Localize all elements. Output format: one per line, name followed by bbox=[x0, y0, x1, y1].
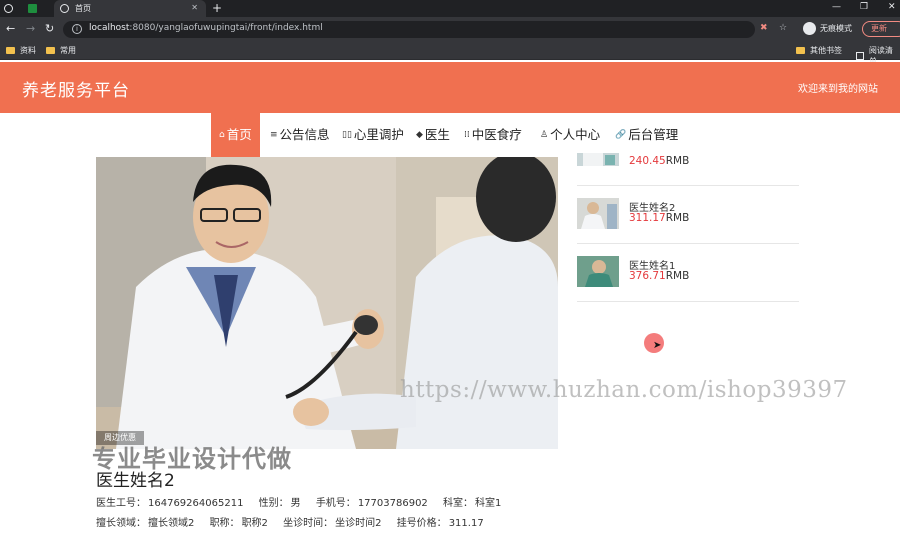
cursor-icon: ➤ bbox=[653, 340, 662, 351]
field-label: 科室： bbox=[443, 498, 473, 509]
nav-item-doctors[interactable]: ◆ 医生 bbox=[416, 113, 450, 157]
star-icon[interactable]: ☆ bbox=[779, 23, 787, 33]
browser-tab-inactive[interactable] bbox=[4, 0, 22, 17]
field-label: 性别： bbox=[258, 498, 289, 509]
doctor-photo bbox=[96, 157, 558, 449]
field-value: 17703786902 bbox=[357, 498, 428, 509]
folder-icon bbox=[796, 47, 805, 54]
list-item[interactable]: 医生姓名1 376.71RMB bbox=[577, 244, 799, 302]
url-text: localhost:8080/yanglaofuwupingtai/front/… bbox=[89, 23, 323, 33]
book-icon: ▯▯ bbox=[342, 130, 352, 140]
user-icon: ♙ bbox=[540, 130, 549, 140]
field-label: 挂号价格： bbox=[396, 518, 447, 529]
forward-icon[interactable]: → bbox=[26, 22, 35, 35]
list-item[interactable]: 医生姓名2 311.17RMB bbox=[577, 186, 799, 244]
incognito-icon bbox=[803, 22, 816, 35]
doctor-price: 376.71RMB bbox=[629, 270, 690, 282]
browser-tab-inactive[interactable] bbox=[28, 0, 46, 17]
doctor-detail-line-1: 医生工号： 164769264065211 性别：男 手机号： 1770378690… bbox=[96, 494, 503, 509]
address-bar[interactable]: i localhost:8080/yanglaofuwupingtai/fron… bbox=[63, 21, 787, 38]
field-label: 擅长领域： bbox=[96, 518, 146, 529]
folder-icon bbox=[6, 47, 15, 54]
back-icon[interactable]: ← bbox=[6, 22, 15, 35]
doctor-price: 311.17RMB bbox=[629, 212, 690, 224]
field-value: 164769264065211 bbox=[148, 498, 244, 509]
nav-item-psych-care[interactable]: ▯▯ 心里调护 bbox=[342, 113, 404, 157]
watermark-url: https://www.huzhan.com/ishop39397 bbox=[400, 377, 848, 403]
hat-icon: ◆ bbox=[416, 130, 423, 140]
doctor-price: 240.45RMB bbox=[629, 155, 690, 167]
field-value: 311.17 bbox=[448, 518, 484, 529]
nav-item-tcm-diet[interactable]: ⁞⁞ 中医食疗 bbox=[464, 113, 522, 157]
field-value: 科室1 bbox=[475, 498, 502, 509]
nav-item-home[interactable]: ⌂ 首页 bbox=[211, 113, 260, 157]
reload-icon[interactable]: ↻ bbox=[45, 22, 54, 35]
welcome-text: 欢迎来到我的网站 bbox=[798, 84, 878, 95]
folder-icon bbox=[46, 47, 55, 54]
doctor-detail-line-2: 擅长领域： 擅长领域2 职称： 职称2 坐诊时间： 坐诊时间2 挂号价格： 311.17 bbox=[96, 514, 486, 529]
list-item[interactable]: 240.45RMB bbox=[577, 128, 799, 186]
bookmark-folder-other[interactable]: 其他书签 bbox=[796, 45, 842, 56]
doctor-detail-title: 医生姓名2 bbox=[96, 471, 175, 491]
hero-image[interactable]: 周边优惠 bbox=[96, 157, 558, 449]
close-window-icon[interactable]: ✕ bbox=[888, 2, 896, 12]
bookmarks-bar: 资料 常用 其他书签 阅读清单 bbox=[0, 42, 900, 66]
list-icon: ≡ bbox=[270, 130, 278, 140]
globe-icon bbox=[60, 4, 69, 13]
doctor-thumbnail bbox=[577, 152, 619, 166]
bookmark-folder[interactable]: 资料 bbox=[6, 45, 36, 56]
doctor-thumbnail bbox=[577, 198, 619, 229]
sheet-icon bbox=[28, 4, 37, 13]
grid-icon: ⁞⁞ bbox=[464, 130, 470, 140]
minimize-icon[interactable]: — bbox=[832, 2, 841, 12]
browser-tab-strip: 首页 ✕ + — ❐ ✕ bbox=[0, 0, 900, 17]
field-value: 职称2 bbox=[241, 518, 268, 529]
blocked-icon[interactable]: ✖ bbox=[760, 23, 768, 33]
incognito-indicator[interactable]: 无痕模式 bbox=[803, 22, 852, 35]
field-label: 手机号： bbox=[315, 498, 356, 509]
home-icon: ⌂ bbox=[219, 130, 225, 140]
field-value: 坐诊时间2 bbox=[335, 518, 382, 529]
new-tab-icon[interactable]: + bbox=[212, 1, 222, 15]
field-value: 擅长领域2 bbox=[148, 518, 195, 529]
doctor-thumbnail bbox=[577, 256, 619, 287]
close-icon[interactable]: ✕ bbox=[191, 3, 198, 12]
field-label: 坐诊时间： bbox=[283, 518, 334, 529]
field-label: 医生工号： bbox=[96, 498, 146, 509]
globe-icon bbox=[4, 4, 13, 13]
field-value: 男 bbox=[290, 498, 301, 509]
nav-item-announcements[interactable]: ≡ 公告信息 bbox=[270, 113, 330, 157]
update-button[interactable]: 更新 bbox=[862, 21, 900, 37]
reading-list-icon bbox=[856, 52, 864, 60]
browser-tab-active[interactable]: 首页 ✕ bbox=[54, 0, 206, 17]
site-title: 养老服务平台 bbox=[22, 81, 130, 101]
bookmark-folder[interactable]: 常用 bbox=[46, 45, 76, 56]
tab-title: 首页 bbox=[75, 4, 91, 13]
restore-icon[interactable]: ❐ bbox=[860, 2, 868, 12]
browser-toolbar: ← → ↻ i localhost:8080/yanglaofuwupingta… bbox=[0, 17, 900, 42]
site-header: 养老服务平台 欢迎来到我的网站 bbox=[0, 62, 900, 113]
info-icon[interactable]: i bbox=[72, 24, 82, 34]
field-label: 职称： bbox=[209, 518, 240, 529]
